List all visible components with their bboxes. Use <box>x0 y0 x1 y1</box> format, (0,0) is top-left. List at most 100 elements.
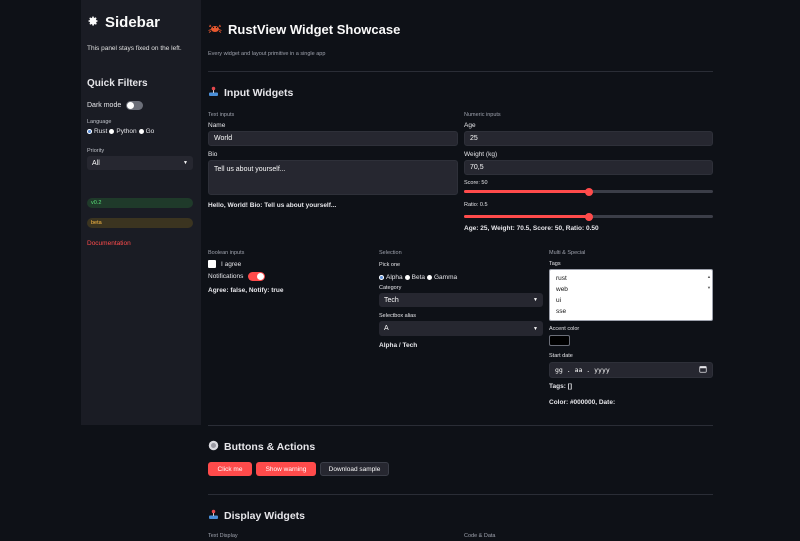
selectbox-alias-select[interactable]: A ▼ <box>379 321 543 336</box>
dark-mode-label: Dark mode <box>87 102 122 109</box>
tags-label: Tags <box>549 261 561 267</box>
tag-option-rust[interactable]: rust <box>556 273 706 284</box>
selectbox-alias-label: Selectbox alias <box>379 313 416 319</box>
name-input-value: World <box>214 135 233 142</box>
start-date-placeholder: gg . aa . yyyy <box>555 366 610 374</box>
selectbox-alias-value: A <box>384 325 389 332</box>
name-label: Name <box>208 122 226 129</box>
page-subtitle: Every widget and layout primitive in a s… <box>208 51 326 57</box>
ratio-slider[interactable] <box>464 212 713 221</box>
priority-select[interactable]: All ▼ <box>87 156 193 170</box>
ratio-slider-fill <box>464 215 589 218</box>
calendar-icon[interactable] <box>699 365 707 375</box>
weight-input-value: 70,5 <box>470 164 484 171</box>
tag-option-web[interactable]: web <box>556 284 706 295</box>
score-slider[interactable] <box>464 187 713 196</box>
page-title-text: RustView Widget Showcase <box>228 22 401 37</box>
score-slider-fill <box>464 190 589 193</box>
divider <box>208 71 713 72</box>
divider <box>208 494 713 495</box>
priority-value: All <box>92 159 100 167</box>
notifications-label: Notifications <box>208 273 244 280</box>
tags-listbox[interactable]: rust web ui sse ▲ ▼ <box>549 269 713 321</box>
dark-mode-toggle-row[interactable]: Dark mode <box>87 101 195 110</box>
pick-radio-gamma[interactable] <box>427 275 432 280</box>
numeric-inputs-group-label: Numeric inputs <box>464 112 501 118</box>
pick-option-beta: Beta <box>411 274 425 281</box>
text-inputs-output: Hello, World! Bio: Tell us about yoursel… <box>208 202 337 209</box>
agree-checkbox-row[interactable]: I agree <box>208 260 241 268</box>
ratio-slider-thumb[interactable] <box>584 212 593 221</box>
pick-one-label: Pick one <box>379 262 401 268</box>
scroll-up-icon[interactable]: ▲ <box>707 271 711 282</box>
scroll-down-icon[interactable]: ▼ <box>707 282 711 293</box>
main-content: RustView Widget Showcase Every widget an… <box>201 0 721 541</box>
pick-option-alpha: Alpha <box>386 274 403 281</box>
download-sample-button[interactable]: Download sample <box>320 462 389 476</box>
listbox-scrollbar[interactable]: ▲ ▼ <box>707 271 711 290</box>
selection-output: Alpha / Tech <box>379 342 418 349</box>
page-title: RustView Widget Showcase <box>208 22 400 37</box>
tags-output: Tags: [] <box>549 383 572 390</box>
multi-special-group-label: Multi & Special <box>549 250 586 256</box>
language-option-go: Go <box>145 128 155 135</box>
pick-radio-alpha[interactable] <box>379 275 384 280</box>
language-radio-group: Rust Python Go <box>87 128 195 135</box>
sidebar-note: This panel stays fixed on the left. <box>87 45 182 52</box>
ratio-label: Ratio: 0.5 <box>464 202 488 208</box>
language-radio-go[interactable] <box>138 129 144 134</box>
language-radio-rust[interactable] <box>87 129 92 134</box>
text-inputs-group-label: Text inputs <box>208 112 235 118</box>
display-widgets-heading-text: Display Widgets <box>224 510 306 522</box>
accent-color-picker[interactable] <box>549 335 570 346</box>
sidebar-title-text: Sidebar <box>105 14 161 31</box>
crab-icon <box>208 22 222 37</box>
language-radio-python[interactable] <box>109 129 115 134</box>
boolean-inputs-group-label: Boolean inputs <box>208 250 245 256</box>
input-widgets-heading: Input Widgets <box>208 86 293 100</box>
tag-option-ui[interactable]: ui <box>556 295 706 306</box>
bio-textarea[interactable]: Tell us about yourself... <box>208 160 458 195</box>
category-label: Category <box>379 285 402 291</box>
code-data-label: Code & Data <box>464 533 496 539</box>
buttons-actions-heading: Buttons & Actions <box>208 440 315 454</box>
click-me-button[interactable]: Click me <box>208 462 252 476</box>
radio-button-icon <box>208 440 219 454</box>
category-value: Tech <box>384 296 399 304</box>
boolean-inputs-output: Agree: false, Notify: true <box>208 287 284 294</box>
start-date-label: Start date <box>549 353 573 359</box>
pick-one-radio-group: Alpha Beta Gamma <box>379 274 457 281</box>
buttons-actions-heading-text: Buttons & Actions <box>224 441 316 453</box>
divider <box>208 425 713 426</box>
agree-checkbox[interactable] <box>208 260 216 268</box>
bio-label: Bio <box>208 151 218 158</box>
sidebar-title: Sidebar <box>87 14 195 31</box>
pick-radio-beta[interactable] <box>404 275 410 280</box>
priority-label: Priority <box>87 148 105 154</box>
start-date-input[interactable]: gg . aa . yyyy <box>549 362 713 378</box>
category-select[interactable]: Tech ▼ <box>379 293 543 307</box>
language-option-python: Python <box>116 128 137 135</box>
input-widgets-heading-text: Input Widgets <box>224 87 294 99</box>
agree-label: I agree <box>221 260 242 268</box>
chevron-down-icon: ▼ <box>183 160 188 166</box>
age-input[interactable]: 25 <box>464 131 713 146</box>
name-input[interactable]: World <box>208 131 458 146</box>
sidebar: Sidebar This panel stays fixed on the le… <box>81 0 201 425</box>
notifications-toggle-row[interactable]: Notifications <box>208 272 266 281</box>
tag-option-sse[interactable]: sse <box>556 306 706 317</box>
show-warning-button[interactable]: Show warning <box>256 462 316 476</box>
quick-filters-heading: Quick Filters <box>87 78 148 89</box>
notifications-toggle[interactable] <box>248 272 266 281</box>
version-badge: v0.2 <box>87 198 193 208</box>
weight-input[interactable]: 70,5 <box>464 160 713 175</box>
documentation-link[interactable]: Documentation <box>87 240 195 247</box>
accent-color-label: Accent color <box>549 326 580 332</box>
score-slider-thumb[interactable] <box>584 187 593 196</box>
selection-group-label: Selection <box>379 250 402 256</box>
pick-option-gamma: Gamma <box>434 274 458 281</box>
chevron-down-icon: ▼ <box>533 325 538 332</box>
joystick-icon <box>208 86 219 100</box>
bio-textarea-value: Tell us about yourself... <box>214 166 286 173</box>
dark-mode-toggle[interactable] <box>126 101 144 110</box>
